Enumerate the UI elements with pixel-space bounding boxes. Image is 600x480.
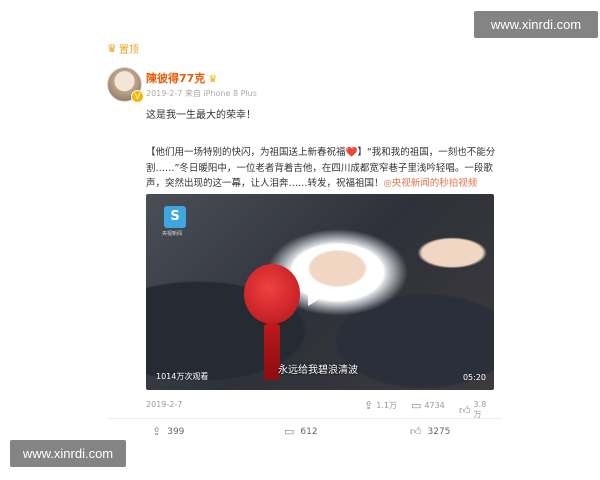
inner-share-count: 1.1万	[376, 401, 397, 410]
outer-share-button[interactable]: ⇪ 399	[152, 426, 184, 437]
inner-comment-button[interactable]: ▭ 4734	[411, 400, 445, 411]
vip-crown-icon: ♛	[208, 74, 218, 85]
video-subtitle: 永远给我碧浪清波	[278, 365, 358, 376]
share-icon: ⇪	[152, 425, 162, 438]
outer-comment-button[interactable]: ▭ 612	[284, 426, 318, 437]
inner-like-count: 3.8万	[473, 400, 487, 419]
video-player[interactable]: S 央视新闻 1014万次观看 永远给我碧浪清波 05:20	[146, 194, 494, 390]
pinned-label: ♛ 置顶	[107, 41, 139, 56]
username-text: 陳彼得77克	[146, 72, 206, 85]
verified-icon: V	[131, 90, 144, 103]
thumbs-up-icon: 👍︎	[410, 425, 422, 438]
comment-icon: ▭	[411, 399, 422, 412]
share-icon: ⇪	[364, 399, 374, 412]
divider	[107, 418, 502, 419]
watermark-bottom: www.xinrdi.com	[10, 440, 126, 467]
inner-share-button[interactable]: ⇪ 1.1万	[364, 400, 397, 411]
post-meta: 2019-2-7 来自 iPhone 8 Plus	[146, 89, 257, 98]
outer-comment-count: 612	[300, 426, 318, 437]
post-line1: 这是我一生最大的荣幸！	[146, 110, 256, 121]
outer-share-count: 399	[167, 426, 185, 437]
outer-like-count: 3275	[427, 426, 451, 437]
watermark-top: www.xinrdi.com	[474, 11, 598, 38]
inner-comment-count: 4734	[424, 401, 445, 410]
username-link[interactable]: 陳彼得77克 ♛	[146, 70, 217, 86]
crown-icon: ♛	[107, 42, 117, 55]
comment-icon: ▭	[284, 425, 295, 438]
lantern-graphic	[244, 264, 300, 324]
post-body: 【他们用一场特别的快闪，为祖国送上新春祝福❤️】“我和我的祖国，一刻也不能分割……	[146, 145, 496, 192]
video-duration: 05:20	[462, 373, 486, 382]
outer-like-button[interactable]: 👍︎ 3275	[410, 426, 450, 437]
channel-logo-label: 央视新闻	[162, 231, 183, 237]
channel-logo: S	[164, 206, 186, 228]
play-icon[interactable]	[308, 284, 326, 306]
video-link[interactable]: ◎央视新闻的秒拍视频	[384, 178, 478, 189]
inner-date: 2019-2-7	[146, 400, 183, 409]
view-count: 1014万次观看	[156, 372, 209, 381]
avatar[interactable]: V	[107, 67, 144, 103]
thumbs-up-icon: 👍︎	[459, 403, 471, 417]
pin-text: 置顶	[118, 45, 139, 56]
inner-like-button[interactable]: 👍︎ 3.8万	[459, 400, 494, 420]
